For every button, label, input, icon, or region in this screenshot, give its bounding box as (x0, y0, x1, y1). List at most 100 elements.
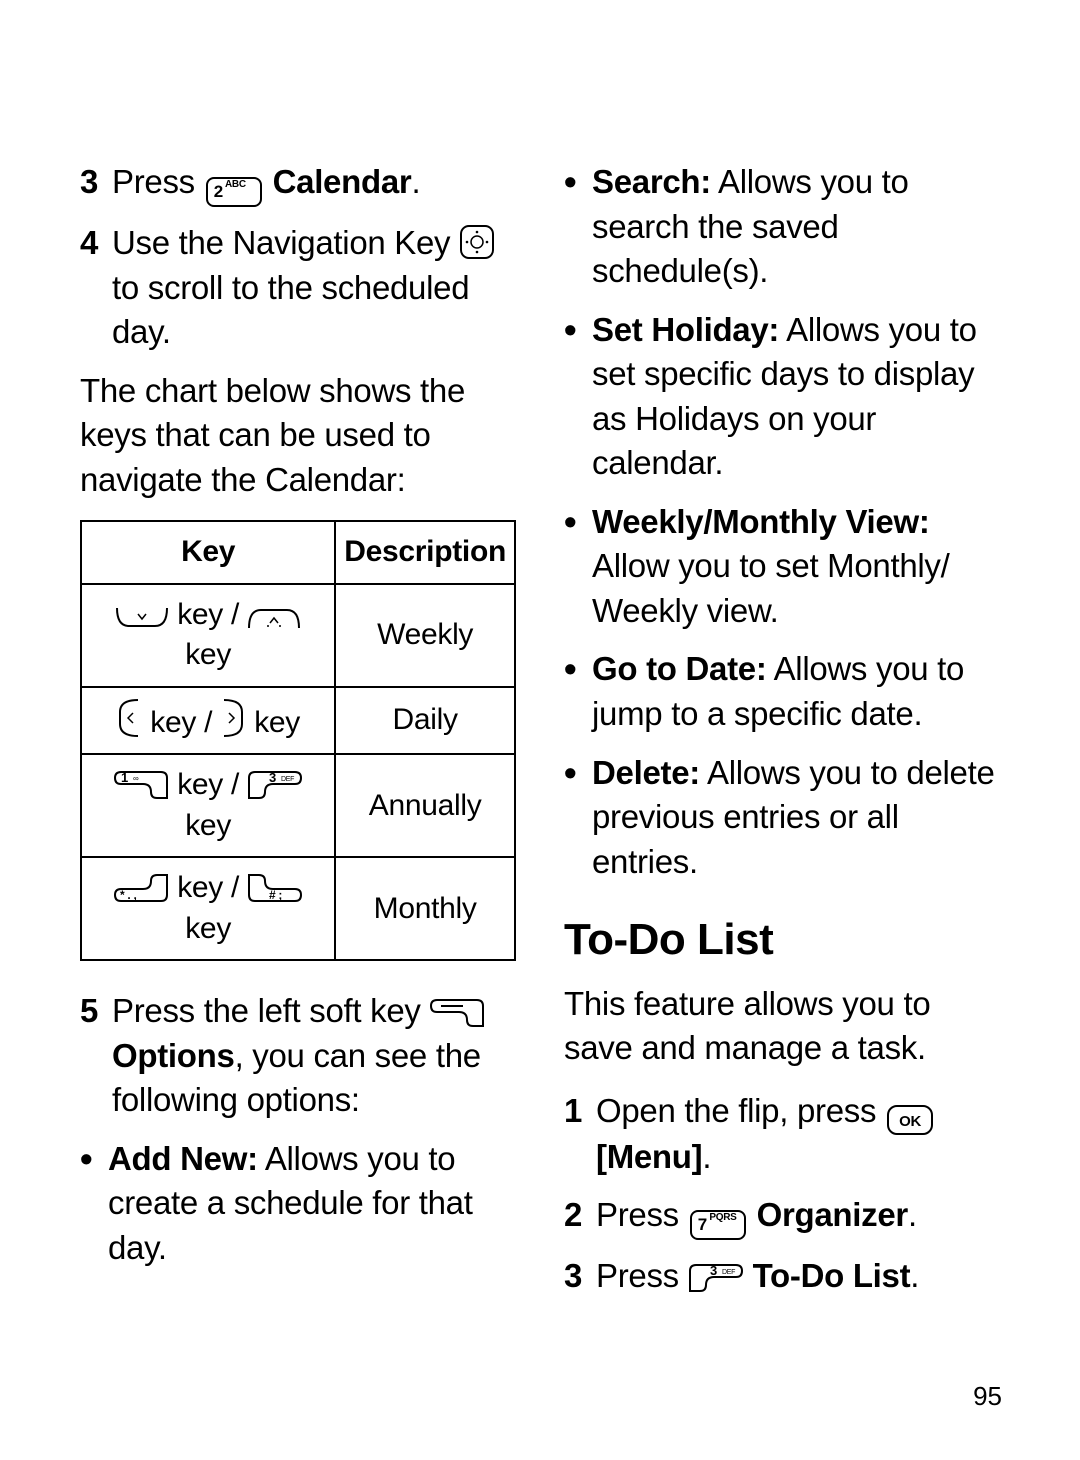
key-3-icon: 3 DEF (247, 768, 303, 801)
bullet-dot: • (564, 500, 592, 634)
bullet-body: Set Holiday: Allows you to set specific … (592, 308, 1000, 486)
text: . (702, 1138, 711, 1175)
table-header-row: Key Description (81, 521, 515, 584)
bold-text: Weekly/Monthly View: (592, 503, 930, 540)
table-row: 1∞ key / 3DEF key Annually (81, 754, 515, 857)
right-key-icon (220, 706, 246, 739)
bullet-set-holiday: • Set Holiday: Allows you to set specifi… (564, 308, 1000, 486)
up-key-icon (247, 598, 301, 631)
svg-text:3: 3 (710, 1263, 717, 1278)
text: Press the left soft key (112, 992, 429, 1029)
bullet-delete: • Delete: Allows you to delete previous … (564, 751, 1000, 885)
bullet-weekly-monthly: • Weekly/Monthly View: Allow you to set … (564, 500, 1000, 634)
bold-text: Delete: (592, 754, 700, 791)
text: key (185, 809, 231, 842)
bold-text: Options (112, 1037, 235, 1074)
table-row: * . , key / # ; key Monthly (81, 857, 515, 960)
step-number: 4 (80, 221, 112, 355)
bullet-search: • Search: Allows you to search the saved… (564, 160, 1000, 294)
two-column-layout: 3 Press 2 ABC Calendar. 4 Use the Naviga… (80, 160, 1000, 1313)
step-3: 3 Press 2 ABC Calendar. (80, 160, 516, 207)
step-body: Open the flip, press OK [Menu]. (596, 1089, 1000, 1180)
table-row: key / key Weekly (81, 584, 515, 687)
text: key / (169, 598, 247, 631)
key-3-icon: 3DEF (688, 1257, 744, 1294)
manual-page: 3 Press 2 ABC Calendar. 4 Use the Naviga… (0, 0, 1080, 1460)
text: Press (596, 1196, 688, 1233)
text: key (246, 706, 300, 739)
bullet-body: Go to Date: Allows you to jump to a spec… (592, 647, 1000, 736)
bullet-body: Delete: Allows you to delete previous en… (592, 751, 1000, 885)
key-1-icon: 1∞ (113, 768, 169, 801)
svg-text:DEF: DEF (281, 776, 294, 783)
text: Press (112, 163, 204, 200)
bold-text: Organizer (757, 1196, 908, 1233)
bullet-dot: • (80, 1137, 108, 1271)
text (748, 1196, 757, 1233)
text: to scroll to the scheduled day. (112, 269, 469, 351)
bold-text: Add New: (108, 1140, 258, 1177)
svg-text:∞: ∞ (133, 774, 139, 783)
step-number: 2 (564, 1193, 596, 1240)
key-7-icon: 7 PQRS (690, 1210, 746, 1240)
step-body: Press the left soft key Options, you can… (112, 989, 516, 1123)
key-navigation-table: Key Description key / key Weekly key / k… (80, 520, 516, 961)
todo-step-1: 1 Open the flip, press OK [Menu]. (564, 1089, 1000, 1180)
text: key (185, 912, 231, 945)
step-body: Press 3DEF To-Do List. (596, 1254, 1000, 1299)
key-cell: key / key (81, 584, 335, 687)
page-number: 95 (973, 1381, 1002, 1412)
key-cell: key / key (81, 687, 335, 755)
th-key: Key (81, 521, 335, 584)
text: . (910, 1257, 919, 1294)
bold-text: Set Holiday: (592, 311, 779, 348)
paragraph: The chart below shows the keys that can … (80, 369, 516, 503)
todo-step-3: 3 Press 3DEF To-Do List. (564, 1254, 1000, 1299)
right-column: • Search: Allows you to search the saved… (564, 160, 1000, 1313)
desc-cell: Annually (335, 754, 515, 857)
svg-text:1: 1 (121, 770, 128, 785)
bold-text: To-Do List (753, 1257, 911, 1294)
left-key-icon (116, 706, 142, 739)
text: key / (169, 871, 247, 904)
bullet-dot: • (564, 160, 592, 294)
heading-to-do-list: To-Do List (564, 910, 1000, 969)
step-body: Use the Navigation Key to scroll to the … (112, 221, 516, 355)
step-number: 1 (564, 1089, 596, 1180)
step-5: 5 Press the left soft key Options, you c… (80, 989, 516, 1123)
nav-key-icon (459, 224, 495, 261)
paragraph: This feature allows you to save and mana… (564, 982, 1000, 1071)
text: key (185, 638, 231, 671)
key-cell: * . , key / # ; key (81, 857, 335, 960)
bullet-body: Add New: Allows you to create a schedule… (108, 1137, 516, 1271)
bullet-add-new: • Add New: Allows you to create a schedu… (80, 1137, 516, 1271)
text: Use the Navigation Key (112, 224, 459, 261)
bullet-body: Weekly/Monthly View: Allow you to set Mo… (592, 500, 1000, 634)
ok-key-icon: OK (887, 1105, 933, 1135)
step-4: 4 Use the Navigation Key to scroll to th… (80, 221, 516, 355)
bold-text: Search: (592, 163, 711, 200)
bullet-go-to-date: • Go to Date: Allows you to jump to a sp… (564, 647, 1000, 736)
text (264, 163, 273, 200)
key-cell: 1∞ key / 3DEF key (81, 754, 335, 857)
bullet-dot: • (564, 308, 592, 486)
down-key-icon (115, 598, 169, 631)
step-number: 3 (80, 160, 112, 207)
text: key / (169, 768, 247, 801)
todo-step-2: 2 Press 7 PQRS Organizer. (564, 1193, 1000, 1240)
bold-text: Calendar (273, 163, 412, 200)
step-number: 5 (80, 989, 112, 1123)
desc-cell: Weekly (335, 584, 515, 687)
svg-text:* . ,: * . , (120, 888, 137, 902)
text: . (411, 163, 420, 200)
table-row: key / key Daily (81, 687, 515, 755)
key-2-icon: 2 ABC (206, 177, 262, 207)
svg-text:3: 3 (269, 770, 276, 785)
th-description: Description (335, 521, 515, 584)
bullet-dot: • (564, 647, 592, 736)
left-column: 3 Press 2 ABC Calendar. 4 Use the Naviga… (80, 160, 516, 1313)
key-star-icon: * . , (113, 871, 169, 904)
desc-cell: Monthly (335, 857, 515, 960)
text: Open the flip, press (596, 1092, 885, 1129)
svg-text:# ;: # ; (269, 888, 282, 902)
